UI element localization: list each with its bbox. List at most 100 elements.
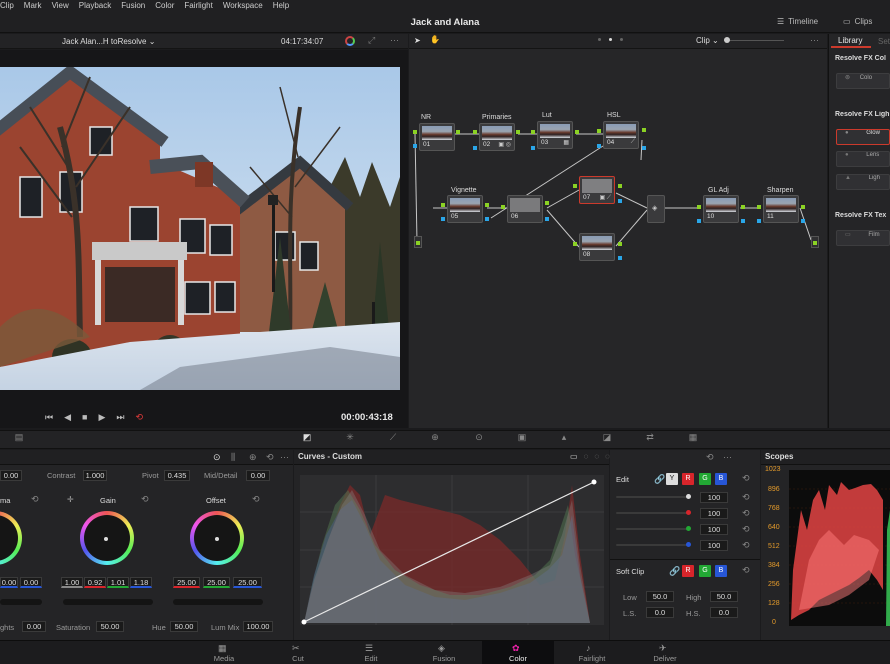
library-item-color[interactable]: ⊚ Colo xyxy=(836,73,890,89)
input-pin[interactable] xyxy=(757,205,761,209)
gain-master-wheel[interactable] xyxy=(63,599,153,605)
rgb-input-node[interactable] xyxy=(414,236,422,248)
clip-name-dropdown[interactable]: Jack Alan...H toResolve ⌄ xyxy=(62,37,155,46)
library-item-film[interactable]: ▭ Film xyxy=(836,230,890,246)
node-08[interactable]: 08 xyxy=(579,233,615,261)
more-options-icon[interactable]: ··· xyxy=(280,452,289,462)
play-reverse-icon[interactable]: ◀ xyxy=(64,412,71,423)
menu-fairlight[interactable]: Fairlight xyxy=(184,0,212,13)
offset-green-field[interactable]: 25.00 xyxy=(203,577,230,588)
node-11[interactable]: 11 xyxy=(763,195,799,223)
hue-vs-sat-icon[interactable]: ◌ xyxy=(594,452,599,461)
luma-intensity-slider[interactable] xyxy=(616,496,688,498)
clips-button[interactable]: ▭ Clips xyxy=(843,17,872,26)
layer-mixer-node[interactable]: ◈ xyxy=(647,195,665,223)
saturation-field[interactable]: 50.00 xyxy=(96,621,124,632)
gain-red-field[interactable]: 0.92 xyxy=(84,577,106,588)
menu-fusion[interactable]: Fusion xyxy=(121,0,145,13)
page-tab-media[interactable]: ▦ Media xyxy=(188,641,260,664)
low-field[interactable]: 50.0 xyxy=(646,591,674,602)
hand-tool-icon[interactable]: ✋ xyxy=(430,35,440,44)
blue-intensity-field[interactable]: 100 xyxy=(700,540,728,551)
reset-icon[interactable]: ⟲ xyxy=(141,494,149,505)
node-mode-dropdown[interactable]: Clip ⌄ xyxy=(696,36,719,45)
highlights-field[interactable]: 0.00 xyxy=(22,621,46,632)
node-05[interactable]: 05 xyxy=(447,195,483,223)
log-mode-icon[interactable]: ⊕ xyxy=(249,452,257,463)
gamma-master-wheel[interactable] xyxy=(0,599,42,605)
softclip-r-button[interactable]: R xyxy=(682,565,694,577)
timeline-button[interactable]: ☰ Timeline xyxy=(777,17,818,26)
key-output-pin[interactable] xyxy=(618,199,622,203)
node-06[interactable]: 06 xyxy=(507,195,543,223)
output-pin[interactable] xyxy=(618,184,622,188)
library-item-glow[interactable]: ● Glow xyxy=(836,129,890,145)
lift-value-field[interactable]: 0.00 xyxy=(0,470,22,481)
green-intensity-slider[interactable] xyxy=(616,528,688,530)
blur-icon[interactable]: ▴ xyxy=(557,432,571,445)
blue-slider-handle[interactable] xyxy=(686,542,691,547)
contrast-field[interactable]: 1.000 xyxy=(83,470,107,481)
output-pin[interactable] xyxy=(485,203,489,207)
offset-master-wheel[interactable] xyxy=(173,599,263,605)
gamma-green-field[interactable]: 0.00 xyxy=(0,577,18,588)
input-pin[interactable] xyxy=(441,203,445,207)
node-01[interactable]: 01 xyxy=(419,123,455,151)
custom-curve-icon[interactable]: ▭ xyxy=(570,452,578,461)
node-02[interactable]: 02 ▣ ◎ xyxy=(479,123,515,151)
output-pin[interactable] xyxy=(456,130,460,134)
pivot-field[interactable]: 0.435 xyxy=(164,470,190,481)
key-pin[interactable] xyxy=(473,146,477,150)
node-07-selected[interactable]: 07 ▣ ⟋ xyxy=(579,176,615,204)
menu-playback[interactable]: Playback xyxy=(79,0,111,13)
tracker-icon[interactable]: ⊙ xyxy=(472,432,486,445)
node-03[interactable]: 03 ▦ xyxy=(537,121,573,149)
key-output-pin[interactable] xyxy=(485,217,489,221)
menu-help[interactable]: Help xyxy=(273,0,289,13)
softclip-b-button[interactable]: B xyxy=(715,565,727,577)
channel-r-button[interactable]: R xyxy=(682,473,694,485)
hs-field[interactable]: 0.0 xyxy=(710,607,738,618)
input-pin[interactable] xyxy=(597,129,601,133)
key-pin[interactable] xyxy=(531,146,535,150)
skip-back-icon[interactable]: ⏮ xyxy=(45,412,53,423)
key-output-pin[interactable] xyxy=(545,217,549,221)
key-pin[interactable] xyxy=(597,144,601,148)
output-pin[interactable] xyxy=(516,130,520,134)
input-pin[interactable] xyxy=(501,205,505,209)
key-output-pin[interactable] xyxy=(801,219,805,223)
key-pin[interactable] xyxy=(697,219,701,223)
input-pin[interactable] xyxy=(473,130,477,134)
lum-mix-field[interactable]: 100.00 xyxy=(243,621,273,632)
input-pin[interactable] xyxy=(573,242,577,246)
color-warper-icon[interactable]: ✳ xyxy=(343,432,357,445)
loop-icon[interactable]: ⟲ xyxy=(136,412,144,423)
bars-mode-icon[interactable]: ⫼ xyxy=(231,452,235,463)
red-intensity-field[interactable]: 100 xyxy=(700,508,728,519)
reset-icon[interactable]: ⟲ xyxy=(742,508,750,519)
offset-blue-field[interactable]: 25.00 xyxy=(233,577,262,588)
more-options-icon[interactable]: ··· xyxy=(810,35,819,45)
reset-icon[interactable]: ⟲ xyxy=(742,524,750,535)
key-icon[interactable]: ◪ xyxy=(600,432,614,445)
gamma-blue-field[interactable]: 0.00 xyxy=(20,577,42,588)
gain-wheel-handle[interactable] xyxy=(104,537,108,541)
more-options-icon[interactable]: ··· xyxy=(723,452,732,462)
page-tab-fairlight[interactable]: ♪ Fairlight xyxy=(556,641,628,664)
menu-color[interactable]: Color xyxy=(155,0,174,13)
key-output-pin[interactable] xyxy=(642,146,646,150)
page-tab-color[interactable]: ✿ Color xyxy=(482,641,554,664)
hue-field[interactable]: 50.00 xyxy=(170,621,198,632)
page-tab-edit[interactable]: ☰ Edit xyxy=(335,641,407,664)
gain-blue-field[interactable]: 1.18 xyxy=(130,577,152,588)
curves-palette-icon[interactable]: ◩ xyxy=(300,432,314,445)
page-tab-cut[interactable]: ✂ Cut xyxy=(262,641,334,664)
menu-mark[interactable]: Mark xyxy=(24,0,42,13)
output-pin[interactable] xyxy=(545,201,549,205)
color-picker-icon[interactable] xyxy=(345,36,355,46)
input-pin[interactable] xyxy=(531,130,535,134)
hue-vs-hue-icon[interactable]: ◌ xyxy=(584,452,589,461)
play-icon[interactable]: ▶ xyxy=(98,412,105,423)
qualifier-icon[interactable]: ⟋ xyxy=(386,432,400,445)
rgb-output-node[interactable] xyxy=(811,236,819,248)
